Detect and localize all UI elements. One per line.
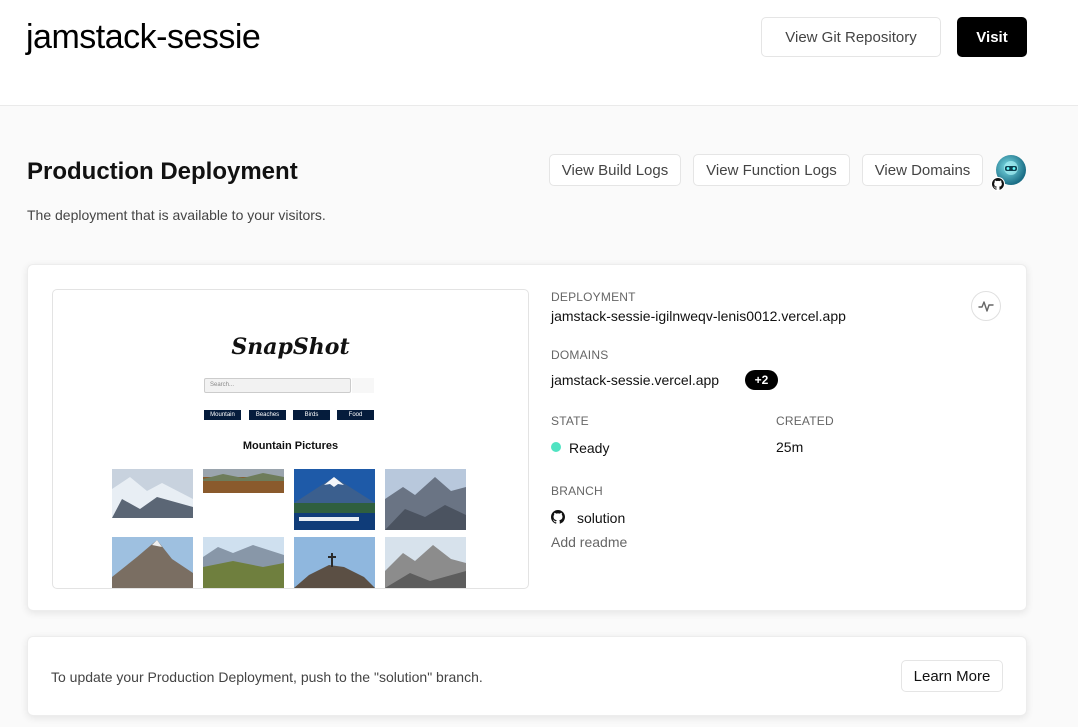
preview-photo [294, 469, 375, 530]
branch-link[interactable]: solution [577, 510, 625, 526]
preview-photo [294, 537, 375, 588]
top-header: jamstack-sessie View Git Repository Visi… [0, 0, 1078, 106]
view-function-logs-button[interactable]: View Function Logs [693, 154, 850, 186]
branch-github-icon [551, 510, 566, 529]
production-deployment-title: Production Deployment [27, 158, 298, 185]
activity-pulse-icon[interactable] [971, 291, 1001, 321]
preview-photo [203, 537, 284, 588]
branch-label: BRANCH [551, 484, 603, 498]
github-icon [991, 177, 1005, 191]
learn-more-button[interactable]: Learn More [901, 660, 1003, 692]
preview-photo [112, 537, 193, 588]
created-label: CREATED [776, 414, 834, 428]
preview-heading: Mountain Pictures [242, 440, 339, 452]
preview-category-button: Food [337, 410, 374, 420]
project-title: jamstack-sessie [26, 18, 261, 56]
created-value: 25m [776, 439, 804, 455]
preview-category-button: Birds [293, 410, 330, 420]
preview-photo [203, 469, 284, 493]
preview-category-button: Beaches [249, 410, 286, 420]
preview-photo [385, 537, 466, 588]
preview-photo [385, 469, 466, 530]
view-domains-button[interactable]: View Domains [862, 154, 983, 186]
preview-photo [112, 469, 193, 518]
state-label: STATE [551, 414, 589, 428]
update-info-text: To update your Production Deployment, pu… [51, 669, 483, 685]
deployment-url-link[interactable]: jamstack-sessie-igilnweqv-lenis0012.verc… [551, 308, 846, 324]
preview-logo: SnapShot [231, 334, 350, 360]
domains-label: DOMAINS [551, 348, 609, 362]
extra-domains-badge[interactable]: +2 [745, 370, 778, 390]
view-build-logs-button[interactable]: View Build Logs [549, 154, 681, 186]
preview-category-button: Mountain [204, 410, 241, 420]
state-value: Ready [569, 440, 610, 456]
view-git-repository-button[interactable]: View Git Repository [761, 17, 941, 57]
domain-link[interactable]: jamstack-sessie.vercel.app [551, 372, 719, 388]
deployment-preview[interactable]: SnapShot Search... Mountain Beaches Bird… [52, 289, 529, 589]
ready-status-dot [551, 442, 561, 452]
preview-search-button [352, 378, 374, 393]
production-deployment-subtitle: The deployment that is available to your… [27, 207, 326, 223]
visit-button[interactable]: Visit [957, 17, 1027, 57]
deployment-label: DEPLOYMENT [551, 290, 636, 304]
add-readme-link[interactable]: Add readme [551, 534, 627, 550]
preview-search-input: Search... [204, 378, 351, 393]
